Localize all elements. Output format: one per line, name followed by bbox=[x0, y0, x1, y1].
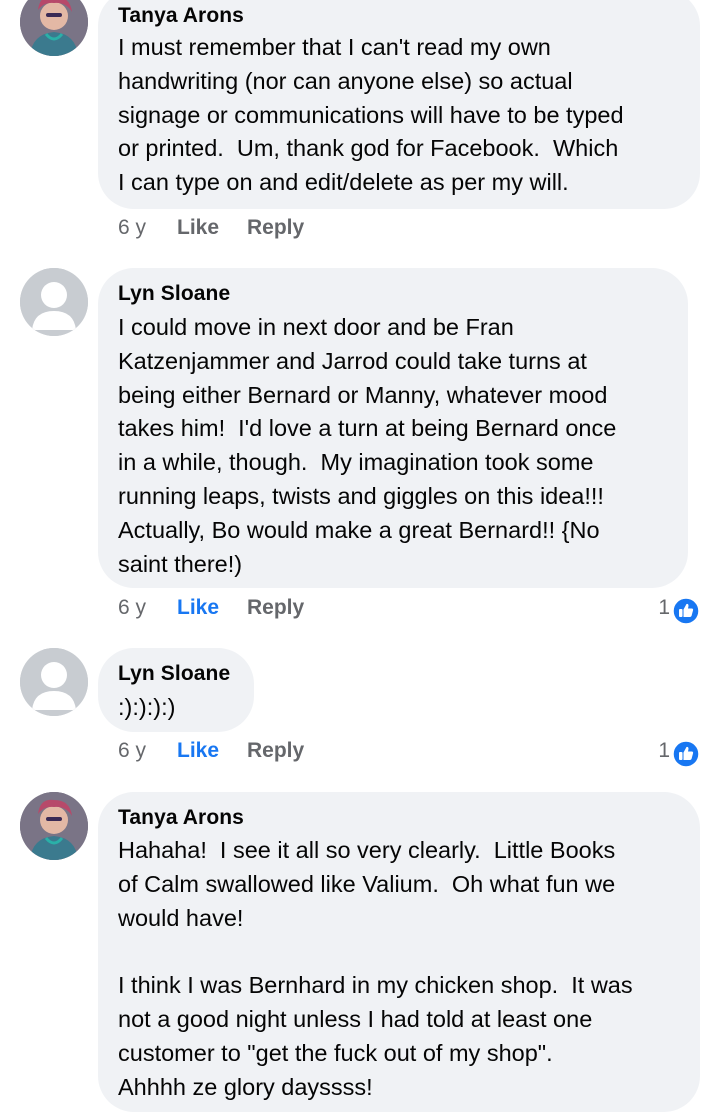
reply-button[interactable]: Reply bbox=[247, 596, 304, 620]
like-button[interactable]: Like bbox=[177, 739, 219, 763]
comment-bubble: Tanya Arons I must remember that I can't… bbox=[98, 0, 700, 209]
like-button[interactable]: Like bbox=[177, 216, 219, 240]
comment-author[interactable]: Lyn Sloane bbox=[118, 662, 230, 686]
comment-text: :):):):) bbox=[118, 694, 176, 720]
comment-text: Hahaha! I see it all so very clearly. Li… bbox=[118, 837, 633, 1100]
comment-author[interactable]: Tanya Arons bbox=[118, 806, 244, 830]
reaction-count: 1 bbox=[658, 739, 670, 762]
comment-timestamp[interactable]: 6 y bbox=[118, 739, 146, 763]
comment-timestamp[interactable]: 6 y bbox=[118, 216, 146, 240]
comment: Tanya Arons I must remember that I can't… bbox=[0, 0, 720, 250]
comment-author[interactable]: Lyn Sloane bbox=[118, 282, 230, 306]
comment: Tanya Arons Hahaha! I see it all so very… bbox=[0, 792, 720, 1119]
like-reaction-icon bbox=[672, 740, 700, 768]
comment-timestamp[interactable]: 6 y bbox=[118, 596, 146, 620]
comment-text: I must remember that I can't read my own… bbox=[118, 34, 624, 196]
avatar[interactable] bbox=[20, 792, 88, 860]
comment-bubble: Lyn Sloane :):):):) bbox=[98, 648, 254, 732]
comment-author[interactable]: Tanya Arons bbox=[118, 4, 244, 28]
avatar[interactable] bbox=[20, 0, 88, 56]
avatar[interactable] bbox=[20, 648, 88, 716]
reaction-count: 1 bbox=[658, 596, 670, 619]
comment: Lyn Sloane I could move in next door and… bbox=[0, 268, 720, 638]
reaction-summary[interactable]: 1 bbox=[640, 739, 700, 769]
avatar[interactable] bbox=[20, 268, 88, 336]
comment-bubble: Lyn Sloane I could move in next door and… bbox=[98, 268, 688, 588]
comment-text: I could move in next door and be Fran Ka… bbox=[118, 314, 617, 577]
comment-bubble: Tanya Arons Hahaha! I see it all so very… bbox=[98, 792, 700, 1112]
reply-button[interactable]: Reply bbox=[247, 739, 304, 763]
reply-button[interactable]: Reply bbox=[247, 216, 304, 240]
like-reaction-icon bbox=[672, 597, 700, 625]
comment: Lyn Sloane :):):):) 6 y Like Reply 1 bbox=[0, 648, 720, 778]
reaction-summary[interactable]: 1 bbox=[640, 596, 700, 626]
like-button[interactable]: Like bbox=[177, 596, 219, 620]
